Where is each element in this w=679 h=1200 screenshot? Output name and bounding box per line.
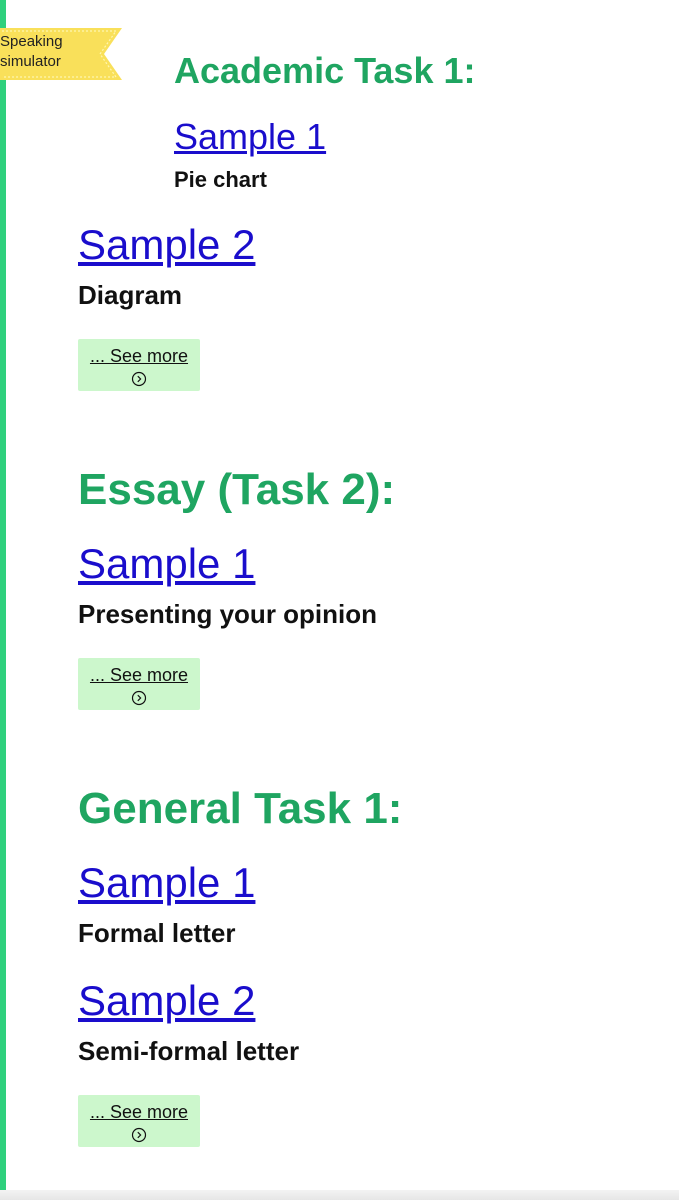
academic-sample-2-desc: Diagram	[78, 280, 183, 310]
academic-task-section: Academic Task 1:	[174, 50, 475, 92]
see-more-label: ... See more	[89, 665, 189, 685]
general-sample-2-desc: Semi-formal letter	[78, 1036, 300, 1066]
chevron-right-circle-icon	[131, 1127, 147, 1143]
academic-sample-1-link[interactable]: Sample 1	[174, 116, 326, 158]
academic-sample-1-desc: Pie chart	[174, 167, 267, 192]
academic-see-more-button[interactable]: ... See more	[78, 339, 200, 391]
ribbon-label-line1: Speaking	[0, 33, 63, 50]
page: Speaking simulator Academic Task 1: Samp…	[0, 0, 679, 1200]
academic-task-title: Academic Task 1:	[174, 50, 476, 91]
essay-sample-1-desc: Presenting your opinion	[78, 599, 378, 629]
left-accent-bar	[0, 0, 6, 1200]
speaking-simulator-ribbon[interactable]: Speaking simulator	[0, 28, 122, 80]
ribbon-label-line2: simulator	[0, 53, 61, 70]
academic-sample-2-link[interactable]: Sample 2	[78, 220, 255, 270]
essay-task-title: Essay (Task 2):	[78, 465, 396, 514]
general-sample-2-link[interactable]: Sample 2	[78, 976, 255, 1026]
chevron-right-circle-icon	[131, 371, 147, 387]
general-task-title: General Task 1:	[78, 784, 403, 833]
general-see-more-button[interactable]: ... See more	[78, 1095, 200, 1147]
essay-sample-1-link[interactable]: Sample 1	[78, 539, 255, 589]
see-more-label: ... See more	[89, 1102, 189, 1122]
ribbon-label: Speaking simulator	[0, 32, 90, 72]
essay-see-more-button[interactable]: ... See more	[78, 658, 200, 710]
see-more-label: ... See more	[89, 346, 189, 366]
bottom-divider	[0, 1190, 679, 1200]
general-sample-1-desc: Formal letter	[78, 918, 236, 948]
chevron-right-circle-icon	[131, 690, 147, 706]
general-sample-1-link[interactable]: Sample 1	[78, 858, 255, 908]
